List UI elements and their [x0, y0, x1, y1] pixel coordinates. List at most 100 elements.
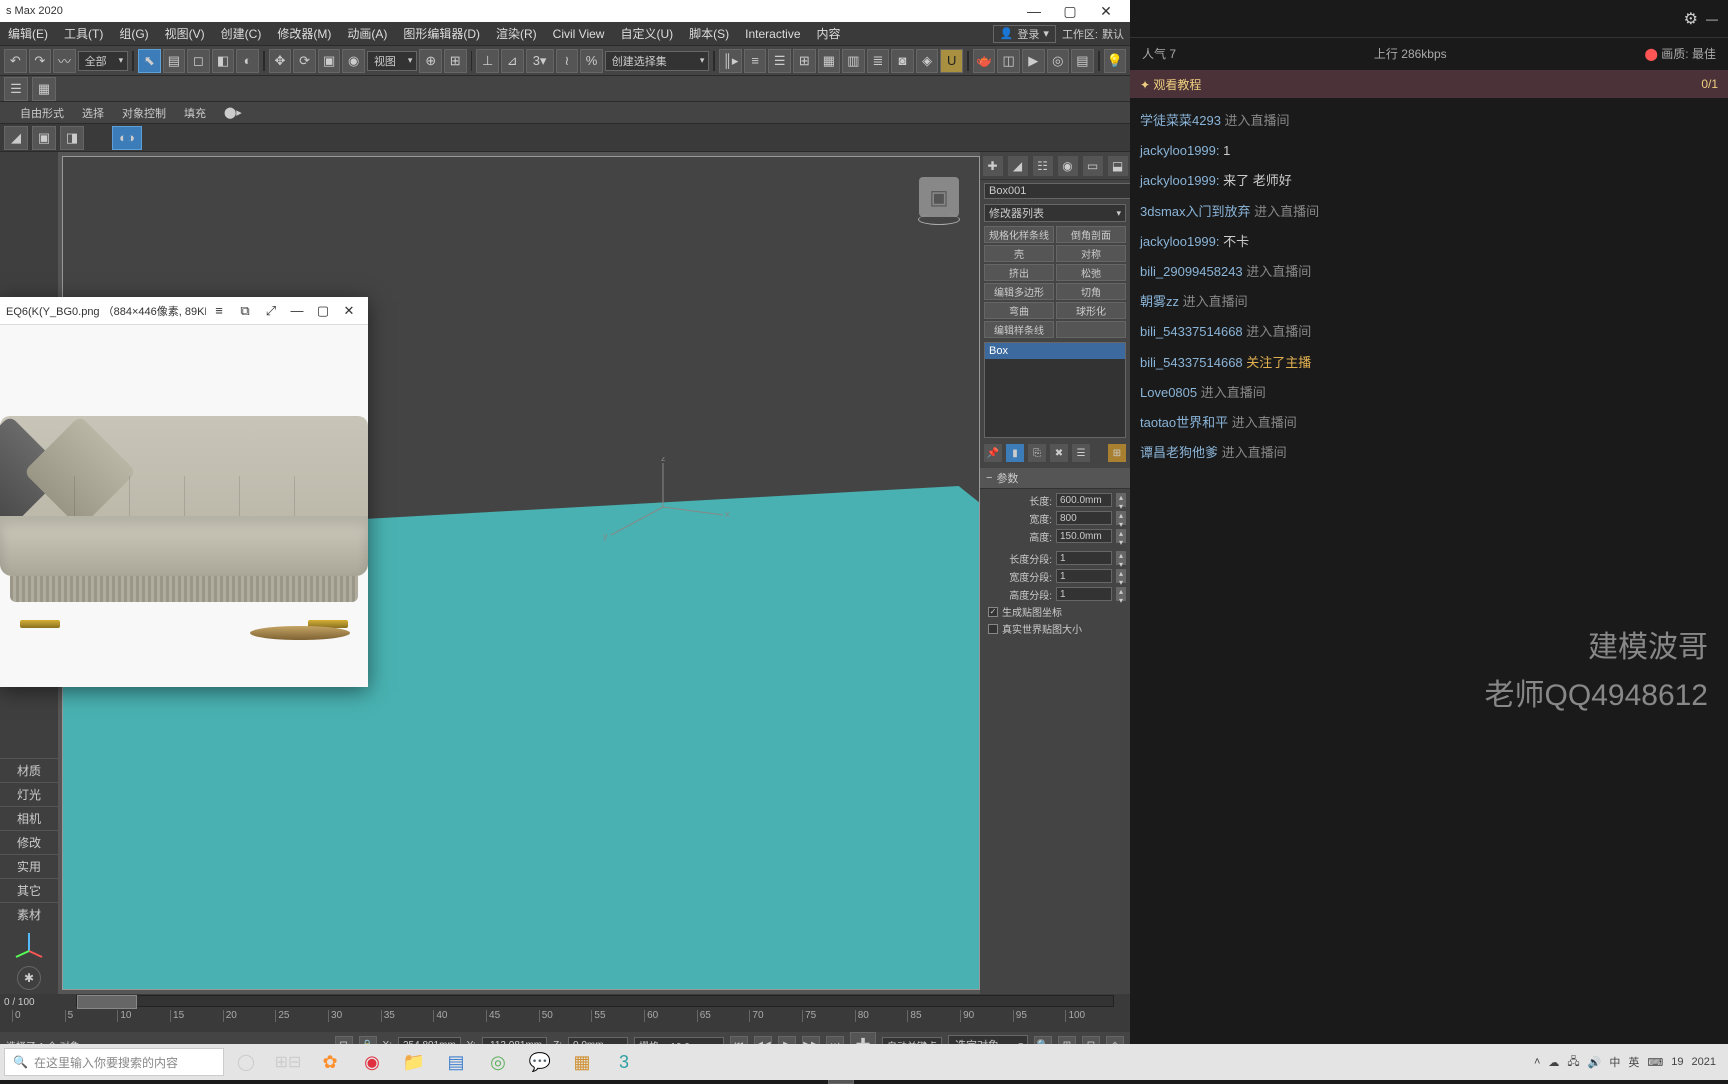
height-spinner[interactable]: ▴▾ — [1116, 529, 1126, 543]
tray-date[interactable]: 2021 — [1692, 1056, 1716, 1068]
render-button[interactable]: ▶ — [1022, 49, 1045, 73]
hseg-spinner[interactable]: ▴▾ — [1116, 587, 1126, 601]
render-frame-button[interactable]: ◫ — [997, 49, 1020, 73]
iv-expand-button[interactable]: ⤢ — [258, 300, 284, 322]
rect-select-button[interactable]: ◻ — [187, 49, 210, 73]
grid-view-button[interactable]: ▦ — [32, 77, 56, 101]
slate-editor-button[interactable]: ◈ — [916, 49, 939, 73]
sub-btn-2[interactable]: ▣ — [32, 126, 56, 150]
chat-messages[interactable]: 学徒菜菜4293 进入直播间jackyloo1999: 1jackyloo199… — [1130, 100, 1728, 1080]
filter-dropdown[interactable]: 全部 — [78, 51, 128, 71]
wseg-input[interactable] — [1056, 569, 1112, 583]
iv-maximize-button[interactable]: ▢ — [310, 300, 336, 322]
tray-keyboard-icon[interactable]: ⌨ — [1647, 1056, 1663, 1069]
ribbon-object-paint[interactable]: 对象控制 — [122, 105, 166, 121]
mod-btn-bevel-profile[interactable]: 倒角剖面 — [1056, 226, 1126, 243]
ribbon-freeform[interactable]: 自由形式 — [20, 105, 64, 121]
iv-close-button[interactable]: ✕ — [336, 300, 362, 322]
height-input[interactable] — [1056, 529, 1112, 543]
lseg-input[interactable] — [1056, 551, 1112, 565]
modify-tab[interactable]: ◢ — [1008, 156, 1028, 176]
pin-stack-button[interactable]: 📌 — [984, 444, 1002, 462]
task-timeline-button[interactable]: ⊞⊟ — [268, 1046, 308, 1078]
hseg-input[interactable] — [1056, 587, 1112, 601]
dope-sheet-button[interactable]: ▥ — [842, 49, 865, 73]
menu-customize[interactable]: 自定义(U) — [612, 22, 681, 45]
width-spinner[interactable]: ▴▾ — [1116, 511, 1126, 525]
task-3dsmax[interactable]: 3 — [604, 1046, 644, 1078]
menu-modifiers[interactable]: 修改器(M) — [269, 22, 339, 45]
layer-button[interactable]: ≣ — [867, 49, 890, 73]
left-cat-light[interactable]: 灯光 — [0, 782, 58, 806]
system-tray[interactable]: ˄ ☁ 🖧 🔊 中 英 ⌨ 19 2021 — [1526, 1053, 1724, 1072]
login-button[interactable]: 👤 登录 ▾ — [993, 25, 1056, 43]
task-app-5[interactable]: ◎ — [478, 1046, 518, 1078]
render-iter-button[interactable]: ▤ — [1071, 49, 1094, 73]
configure-sets-button[interactable]: ☰ — [1072, 444, 1090, 462]
ref-coord-dropdown[interactable]: 视图 — [367, 51, 417, 71]
ribbon-toggle[interactable]: ⬤▸ — [224, 106, 242, 119]
menu-animation[interactable]: 动画(A) — [339, 22, 395, 45]
bulb-button[interactable]: 💡 — [1104, 49, 1127, 73]
placement-button[interactable]: ◉ — [342, 49, 365, 73]
left-cat-utility[interactable]: 实用 — [0, 854, 58, 878]
scale-button[interactable]: ▣ — [318, 49, 341, 73]
ime-lang-2[interactable]: 英 — [1628, 1054, 1639, 1070]
link-button[interactable]: 〰 — [53, 49, 76, 73]
mod-btn-chamfer[interactable]: 切角 — [1056, 283, 1126, 300]
align-button[interactable]: ≡ — [744, 49, 767, 73]
mod-btn-bend[interactable]: 弯曲 — [984, 302, 1054, 319]
mod-btn-empty[interactable] — [1056, 321, 1126, 338]
motion-tab[interactable]: ◉ — [1058, 156, 1078, 176]
modifier-stack[interactable]: Box — [984, 342, 1126, 438]
object-name-input[interactable] — [984, 183, 1130, 199]
mod-btn-normalize[interactable]: 规格化样条线 — [984, 226, 1054, 243]
render-setup-button[interactable]: 🫖 — [973, 49, 996, 73]
real-world-checkbox[interactable] — [988, 624, 998, 634]
window-crossing-button[interactable]: ◧ — [212, 49, 235, 73]
chat-min-icon[interactable]: — — [1706, 12, 1718, 26]
tray-net-icon[interactable]: 🖧 — [1567, 1053, 1579, 1072]
select-name-button[interactable]: ▤ — [163, 49, 186, 73]
material-editor-button[interactable]: ◙ — [891, 49, 914, 73]
mod-btn-edit-poly[interactable]: 编辑多边形 — [984, 283, 1054, 300]
mod-btn-edit-spline[interactable]: 编辑样条线 — [984, 321, 1054, 338]
mod-btn-extrude[interactable]: 挤出 — [984, 264, 1054, 281]
menu-create[interactable]: 创建(C) — [213, 22, 270, 45]
left-cat-modify[interactable]: 修改 — [0, 830, 58, 854]
mirror-button[interactable]: ║▸ — [719, 49, 742, 73]
menu-interactive[interactable]: Interactive — [737, 22, 808, 45]
left-cat-material[interactable]: 材质 — [0, 758, 58, 782]
hierarchy-tab[interactable]: ☷ — [1033, 156, 1053, 176]
windows-taskbar[interactable]: 🔍 在这里输入你要搜索的内容 ◯ ⊞⊟ ✿ ◉ 📁 ▤ ◎ 💬 ▦ 3 ˄ ☁ … — [0, 1044, 1728, 1080]
tray-cloud-icon[interactable]: ☁ — [1548, 1056, 1559, 1069]
u-button[interactable]: U — [940, 49, 963, 73]
minimize-button[interactable]: — — [1016, 0, 1052, 22]
snap-3-button[interactable]: 3▾ — [526, 49, 554, 73]
quick-render-button[interactable]: ◎ — [1047, 49, 1070, 73]
menu-graph-editors[interactable]: 图形编辑器(D) — [395, 22, 488, 45]
utilities-tab[interactable]: ⬓ — [1108, 156, 1128, 176]
time-slider-thumb[interactable] — [77, 995, 137, 1009]
task-app-1[interactable]: ✿ — [310, 1046, 350, 1078]
task-app-2[interactable]: ◉ — [352, 1046, 392, 1078]
iv-restore-button[interactable]: ⧉ — [232, 300, 258, 322]
menu-views[interactable]: 视图(V) — [157, 22, 213, 45]
left-cat-camera[interactable]: 相机 — [0, 806, 58, 830]
left-cat-assets[interactable]: 素材 — [0, 902, 58, 926]
lseg-spinner[interactable]: ▴▾ — [1116, 551, 1126, 565]
taskbar-search[interactable]: 🔍 在这里输入你要搜索的内容 — [4, 1048, 224, 1076]
menu-tools[interactable]: 工具(T) — [56, 22, 111, 45]
mod-btn-symmetry[interactable]: 对称 — [1056, 245, 1126, 262]
pivot-button[interactable]: ⊕ — [419, 49, 442, 73]
sub-btn-4[interactable]: ◐◑ — [112, 126, 142, 150]
create-tab[interactable]: ✚ — [983, 156, 1003, 176]
remove-mod-button[interactable]: ✖ — [1050, 444, 1068, 462]
display-tab[interactable]: ▭ — [1083, 156, 1103, 176]
redo-button[interactable]: ↷ — [29, 49, 52, 73]
tray-vol-icon[interactable]: 🔊 — [1588, 1056, 1602, 1069]
stack-item-box[interactable]: Box — [985, 343, 1125, 359]
lasso-button[interactable]: ◐ — [236, 49, 259, 73]
sub-btn-3[interactable]: ◨ — [60, 126, 84, 150]
curve-editor-button[interactable]: ▦ — [818, 49, 841, 73]
